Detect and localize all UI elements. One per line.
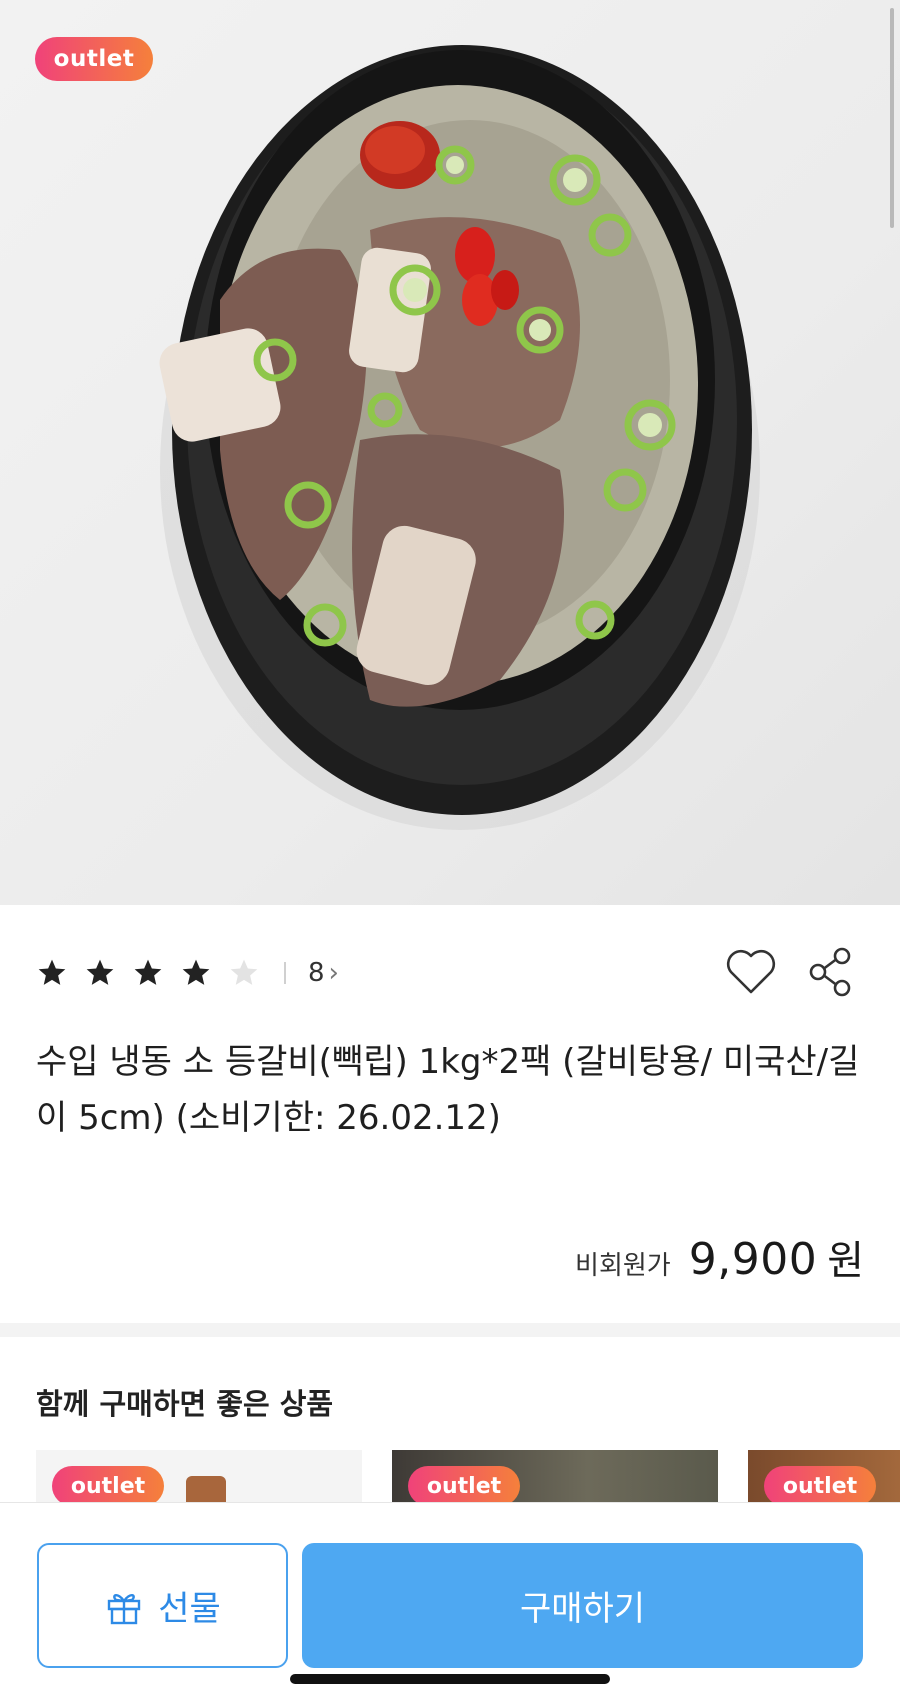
scroll-indicator [890,8,894,228]
buy-button[interactable]: 구매하기 [302,1543,863,1668]
chevron-right-icon[interactable]: › [329,958,339,988]
gift-button[interactable]: 선물 [37,1543,288,1668]
recommend-card[interactable]: outlet [748,1450,900,1504]
recommend-card[interactable]: outlet [392,1450,718,1504]
product-image[interactable]: outlet [0,0,900,905]
price-unit: 원 [827,1238,864,1284]
heart-icon[interactable] [724,946,778,996]
price-label: 비회원가 [575,1251,671,1281]
gift-button-label: 선물 [158,1589,221,1629]
outlet-badge: outlet [52,1466,164,1504]
bottom-action-bar: 선물 구매하기 [0,1502,900,1703]
section-divider [0,1323,900,1337]
price-row: 비회원가 9,900 원 [575,1228,864,1286]
review-count[interactable]: 8 [308,958,325,988]
star-filled-icon [134,959,162,985]
outlet-badge: outlet [408,1466,520,1504]
galbitang-photo [159,45,760,830]
rating-row[interactable]: 8 › [36,948,339,998]
product-title: 수입 냉동 소 등갈비(빽립) 1kg*2팩 (갈비탕용/ 미국산/길이 5cm… [36,1042,860,1138]
outlet-badge: outlet [35,37,153,81]
product-thumb [186,1476,226,1504]
gift-icon [108,1593,141,1624]
outlet-badge: outlet [764,1466,876,1504]
star-empty-icon [230,959,258,985]
recommend-card[interactable]: outlet [36,1450,362,1504]
home-indicator [290,1674,610,1684]
share-icon[interactable] [808,946,854,998]
price-value: 9,900 [688,1234,818,1285]
star-filled-icon [86,959,114,985]
star-filled-icon [182,959,210,985]
divider [284,962,286,984]
recommend-title: 함께 구매하면 좋은 상품 [36,1387,334,1421]
star-filled-icon [38,959,66,985]
